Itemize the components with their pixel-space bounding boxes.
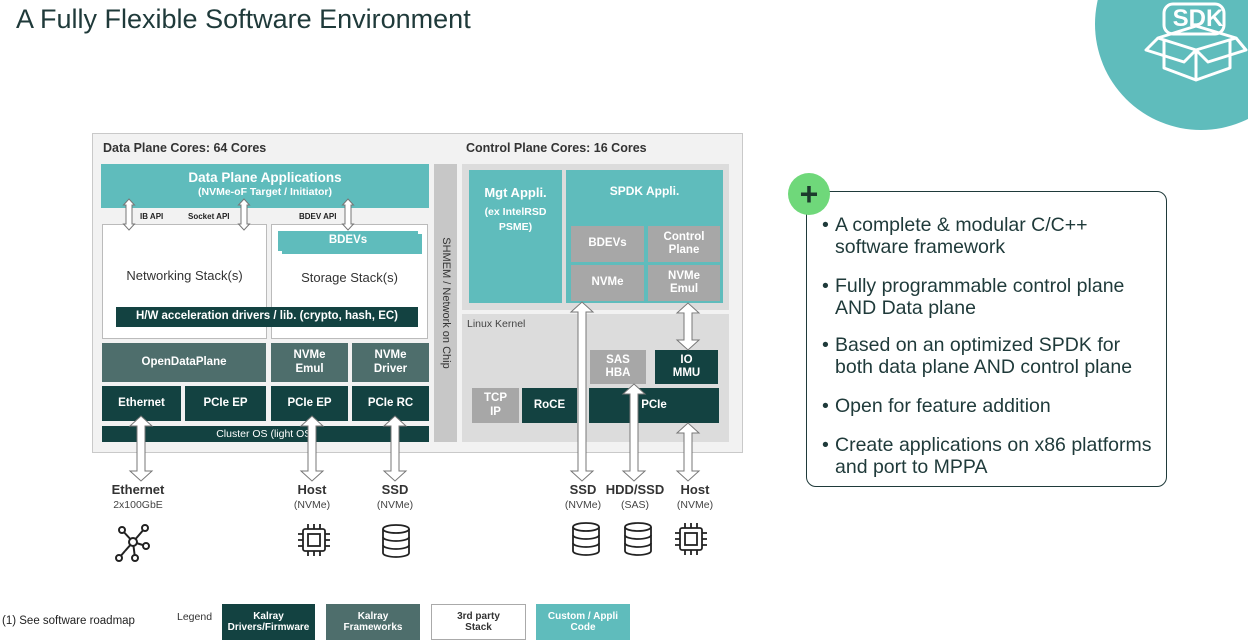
legend-kalray-frameworks: Kalray Frameworks: [326, 604, 420, 640]
storage-stack-label: Storage Stack(s): [301, 270, 398, 285]
pcie-ep-box-1: PCIe EP: [185, 386, 266, 421]
ethernet-box: Ethernet: [102, 386, 181, 421]
tcp-ip-box: TCP IP: [472, 388, 519, 423]
legend-third-party: 3rd party Stack: [431, 604, 526, 640]
endpoint-host-label: Host: [297, 482, 327, 497]
data-plane-header: Data Plane Cores: 64 Cores: [103, 141, 267, 155]
socket-api-label: Socket API: [188, 212, 230, 221]
endpoint-cp-host-sub: (NVMe): [676, 499, 714, 511]
data-plane-apps-title: Data Plane Applications: [188, 170, 342, 185]
feature-item: • A complete & modular C/C++ software fram…: [822, 214, 1088, 258]
feature-item: • Fully programmable control plane AND Dat…: [822, 275, 1125, 319]
pcie-rc-box: PCIe RC: [352, 386, 429, 421]
sas-hba-box: SAS HBA: [590, 350, 646, 384]
endpoint-hdd-sub: (SAS): [620, 499, 649, 511]
networking-stack-label: Networking Stack(s): [126, 268, 243, 284]
cp-pcie-box: PCIe: [589, 388, 719, 423]
legend-label: Legend: [177, 611, 213, 623]
control-plane-header: Control Plane Cores: 16 Cores: [466, 141, 647, 155]
endpoint-ssd-sub: (NVMe): [376, 499, 414, 511]
cluster-os-bar: Cluster OS (light OS): [102, 426, 429, 442]
cp-nvme-emul-box: NVMe Emul: [648, 265, 720, 301]
bdev-api-label: BDEV API: [299, 212, 337, 221]
feature-item: • Based on an optimized SPDK for both data…: [822, 334, 1133, 378]
spdk-appli-title: SPDK Appli.: [609, 184, 680, 198]
database-icon: [382, 524, 410, 558]
roce-box: RoCE: [522, 388, 577, 423]
feature-item: • Create applications on x86 platforms and…: [822, 434, 1152, 478]
legend-custom-code: Custom / Appli Code: [536, 604, 630, 640]
plus-icon: +: [788, 173, 830, 215]
endpoint-cp-host-label: Host: [680, 482, 710, 497]
control-plane-box: Control Plane: [648, 226, 720, 262]
features-panel: • A complete & modular C/C++ software fram…: [806, 191, 1167, 487]
io-mmu-box: IO MMU: [655, 350, 718, 384]
mgt-appli-box: Mgt Appli. (ex IntelRSD PSME): [469, 170, 562, 303]
opendataplane-box: OpenDataPlane: [102, 343, 266, 382]
linux-kernel-label: Linux Kernel: [467, 318, 526, 330]
footnote: (1) See software roadmap: [2, 615, 135, 627]
mgt-appli-subtitle: (ex IntelRSD PSME): [484, 206, 547, 233]
legend-kalray-drivers: Kalray Drivers/Firmware: [222, 604, 315, 640]
endpoint-ethernet-label: Ethernet: [111, 482, 165, 497]
pcie-ep-box-2: PCIe EP: [271, 386, 348, 421]
mgt-appli-title: Mgt Appli.: [484, 185, 547, 200]
page-title: A Fully Flexible Software Environment: [16, 4, 471, 34]
data-plane-apps-subtitle: (NVMe-oF Target / Initiator): [198, 186, 332, 198]
shmem-noc-label: SHMEM / Network on Chip: [440, 237, 452, 369]
cp-nvme-box: NVMe: [571, 265, 644, 301]
data-plane-applications: Data Plane Applications (NVMe-oF Target …: [101, 164, 429, 208]
database-icon: [572, 522, 600, 556]
hw-acceleration-drivers: H/W acceleration drivers / lib. (crypto,…: [116, 307, 418, 327]
feature-item: • Open for feature addition: [822, 395, 1051, 417]
chip-icon: [298, 524, 330, 556]
ib-api-label: IB API: [140, 212, 164, 221]
network-icon: [115, 524, 150, 562]
cp-bdevs-box: BDEVs: [571, 226, 644, 262]
endpoint-hdd-label: HDD/SSD: [605, 482, 665, 497]
nvme-driver-box: NVMe Driver: [352, 343, 429, 382]
data-bdevs-box: BDEVs: [278, 231, 418, 251]
endpoint-ethernet-sub: 2x100GbE: [113, 499, 163, 511]
sdk-label: SDK: [1172, 5, 1224, 32]
endpoint-ssd-label: SSD: [381, 482, 409, 497]
nvme-emul-box: NVMe Emul: [271, 343, 348, 382]
endpoint-host-sub: (NVMe): [293, 499, 331, 511]
database-icon: [624, 522, 652, 556]
chip-icon: [675, 523, 707, 555]
